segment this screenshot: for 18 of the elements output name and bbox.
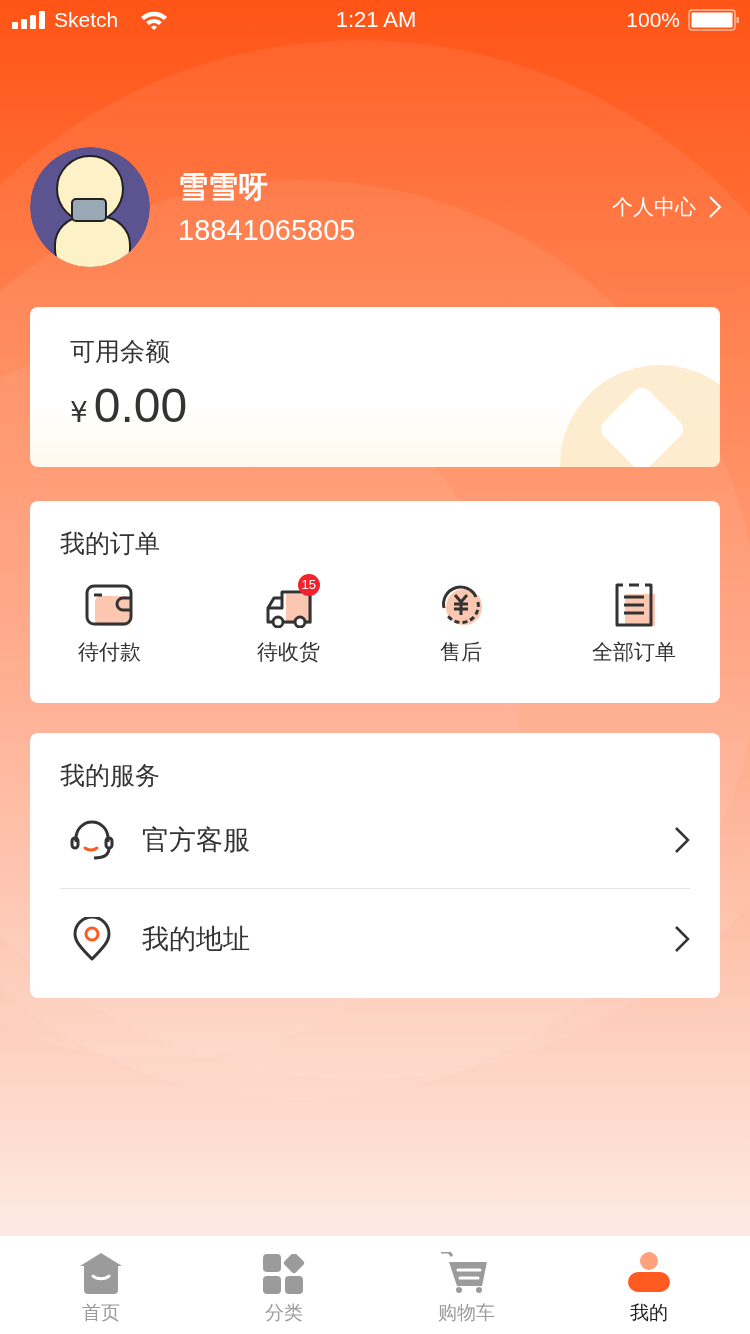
order-status-button[interactable]: 待付款 [16,570,203,666]
carrier-name: Sketch [54,8,119,32]
service-row[interactable]: 我的地址 [60,889,690,989]
order-status-button[interactable]: 全部订单 [547,570,720,666]
balance-amount: 0.00 [93,378,188,433]
service-row[interactable]: 官方客服 [60,792,690,888]
services-title: 我的服务 [60,760,161,792]
user-name: 雪雪呀 [178,168,269,206]
order-status-button[interactable]: 15 待收货 [202,570,375,666]
battery-percent: 100% [626,8,680,32]
orders-title: 我的订单 [60,528,161,560]
phone-number: 18841065805 [178,214,357,247]
order-status-button[interactable]: 售后 [375,570,548,666]
currency-sign: ¥ [70,396,88,429]
status-time: 1:21 AM [335,7,417,33]
count-badge: 15 [297,574,320,596]
balance-label: 可用余额 [70,336,171,368]
tab-item[interactable]: 我的 [557,1236,740,1334]
